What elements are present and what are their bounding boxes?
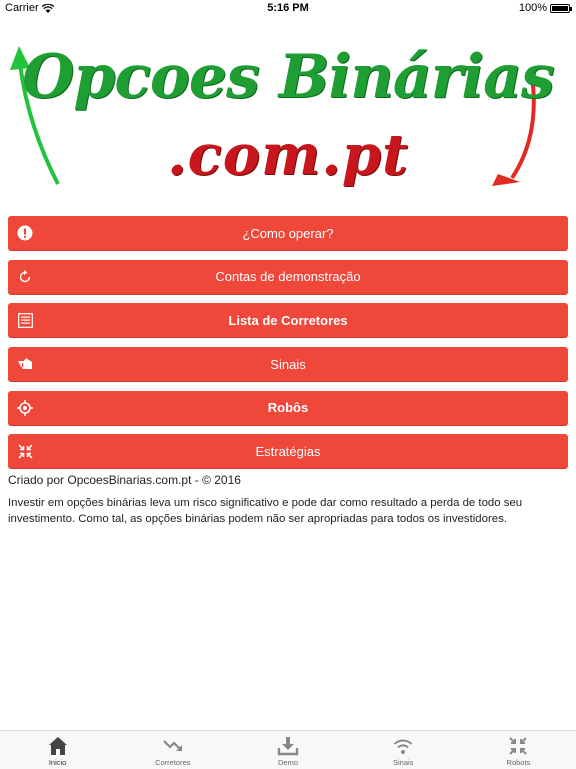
risk-disclaimer: Investir em opções binárias leva um risc… — [8, 497, 523, 525]
menu-button-label: Contas de demonstração — [215, 269, 361, 285]
contract-icon — [17, 443, 33, 459]
menu-button-label: ¿Como operar? — [242, 225, 334, 241]
menu-button-estrategias[interactable]: Estratégias — [8, 434, 568, 470]
tab-demo[interactable]: Demo — [230, 731, 345, 769]
alert-circle-icon — [17, 225, 33, 241]
contract-icon — [509, 737, 528, 755]
menu-button-contas-demonstracao[interactable]: Contas de demonstração — [8, 259, 568, 295]
refresh-icon — [17, 269, 33, 285]
tab-label: Sinais — [392, 758, 414, 767]
battery-icon — [550, 3, 572, 13]
home-icon — [48, 737, 67, 755]
status-bar: Carrier 5:16 PM 100% — [0, 0, 576, 16]
battery-level-fill — [552, 5, 568, 11]
credits-text: Criado por OpcoesBinarias.com.pt - © 201… — [8, 473, 241, 487]
download-icon — [277, 737, 299, 756]
menu-button-como-operar[interactable]: ¿Como operar? — [8, 216, 568, 251]
tab-sinais[interactable]: Sinais — [346, 731, 461, 769]
tab-label: Inicio — [48, 758, 67, 767]
list-icon — [17, 312, 33, 328]
menu-button-label: Sinais — [270, 356, 306, 372]
main-menu: ¿Como operar? Contas de demonstração Lis… — [8, 216, 568, 478]
logo-text-domain: .com.pt — [167, 122, 409, 188]
tab-inicio[interactable]: Inicio — [0, 731, 115, 769]
tab-label: Demo — [278, 758, 299, 767]
tab-bar: Inicio Corretores Demo Sinais Robots — [0, 730, 576, 769]
status-time: 5:16 PM — [267, 2, 309, 14]
menu-button-label: Lista de Corretores — [228, 312, 348, 328]
tab-robots[interactable]: Robots — [461, 731, 576, 769]
menu-button-lista-corretores[interactable]: Lista de Corretores — [8, 303, 568, 339]
menu-button-sinais[interactable]: Sinais — [8, 347, 568, 383]
wifi-icon — [393, 739, 413, 754]
status-right: 100% — [518, 2, 572, 14]
app-logo: Opcoes Binárias .com.pt — [0, 36, 576, 196]
tab-corretores[interactable]: Corretores — [115, 731, 230, 769]
trending-down-icon — [163, 740, 182, 751]
tab-label: Corretores — [155, 758, 191, 767]
battery-percent: 100% — [518, 2, 547, 14]
menu-button-label: Estratégias — [255, 443, 321, 459]
tab-label: Robots — [506, 758, 531, 767]
crosshair-icon — [17, 399, 33, 416]
hand-icon — [17, 356, 33, 372]
menu-button-robos[interactable]: Robôs — [8, 390, 568, 426]
menu-button-label: Robôs — [267, 400, 309, 416]
logo-text-primary: Opcoes Binárias — [22, 42, 555, 112]
